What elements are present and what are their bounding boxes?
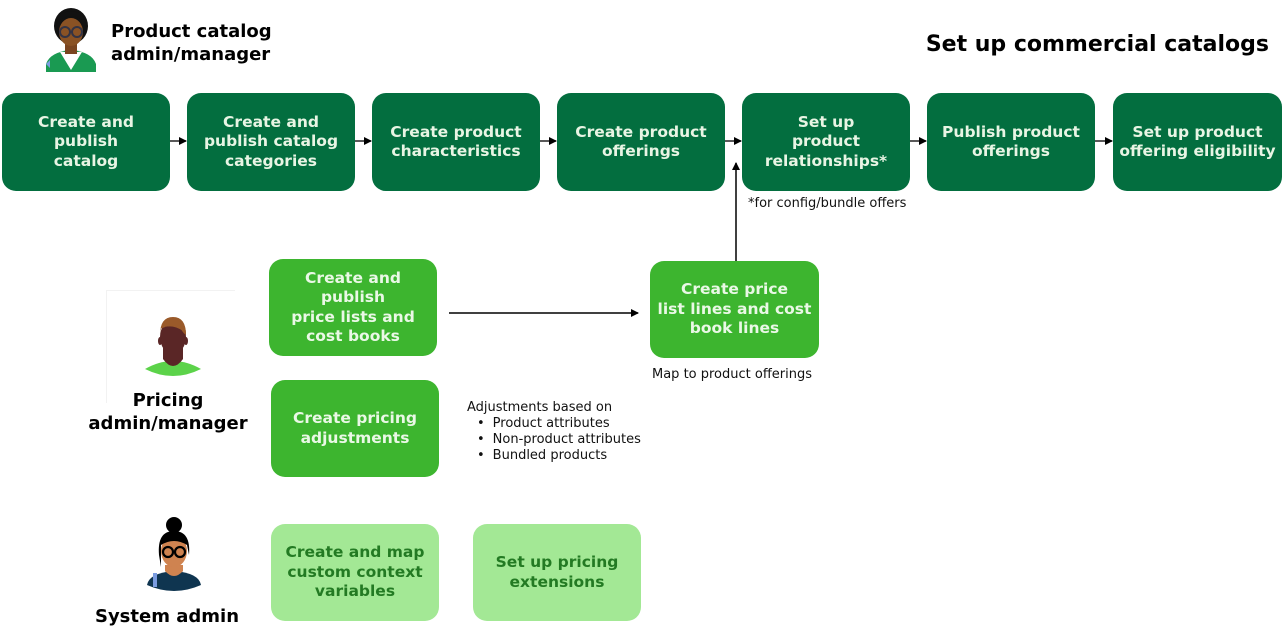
connector-arrows <box>170 137 1113 317</box>
